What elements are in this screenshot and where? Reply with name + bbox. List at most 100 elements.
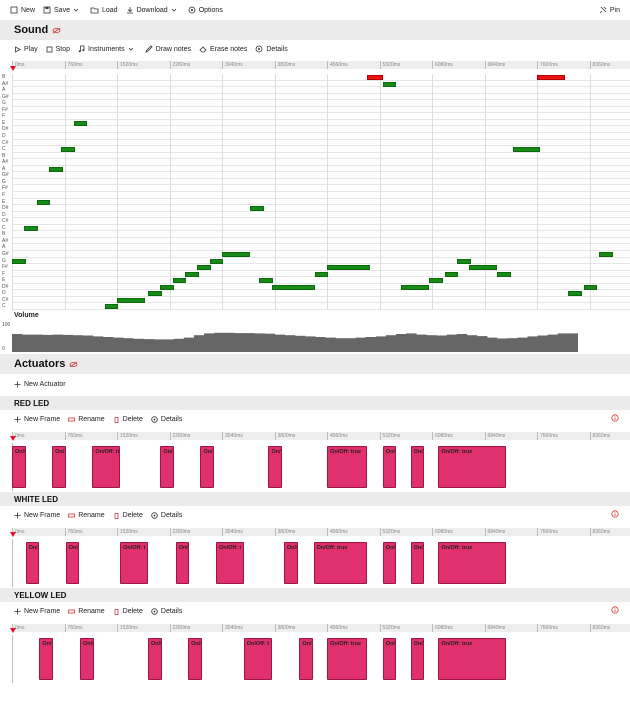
new-actuator-button[interactable]: New Actuator (0, 378, 66, 390)
note-block[interactable] (327, 265, 371, 271)
led-timeline[interactable]: 0ms 760ms 1520ms 2280ms 3040ms 3800ms 4560ms 53… (12, 432, 630, 440)
download-button[interactable]: Download (126, 6, 180, 14)
led-frame[interactable]: On/f (382, 638, 397, 680)
instruments-button[interactable]: Instruments (78, 45, 137, 53)
led-frame[interactable]: On/Off: true (438, 446, 507, 488)
note-block[interactable] (117, 297, 145, 303)
piano-roll[interactable]: B A# A G# G F# F E D# D C# C B A# A G# G F# F E D# D C# C B A# A G#… (0, 74, 630, 310)
new-frame-button[interactable]: New Frame (14, 608, 60, 615)
stop-button[interactable]: Stop (46, 46, 70, 53)
led-frame[interactable]: On/Off: true (327, 638, 368, 680)
note-block[interactable] (12, 258, 26, 264)
led-frame[interactable]: On/f (12, 446, 26, 488)
note-block[interactable] (197, 265, 211, 271)
note-block[interactable] (599, 252, 613, 257)
note-block[interactable] (568, 291, 582, 297)
led-frame[interactable]: On/f (283, 542, 298, 584)
note-block[interactable] (185, 271, 199, 277)
note-block[interactable] (382, 81, 397, 87)
rename-button[interactable]: Rename (68, 512, 105, 519)
led-track[interactable]: On/f On/f On/f On/f On/Off: t On/f On/Off: tru… (0, 635, 630, 683)
note-block[interactable] (271, 284, 315, 290)
note-block[interactable] (104, 304, 119, 310)
led-frame[interactable]: On/f (410, 542, 425, 584)
pin-button[interactable]: Pin (599, 0, 620, 20)
led-frame[interactable]: On/f (382, 542, 397, 584)
led-frame[interactable]: On/f (25, 542, 40, 584)
note-block[interactable] (401, 284, 430, 290)
note-block[interactable] (172, 278, 187, 284)
led-frame[interactable]: On/f (382, 446, 397, 488)
led-frame[interactable]: On/Off: t (120, 542, 148, 584)
led-track[interactable]: On/f On/f On/Off: tr On/f On/f On/f On/Off: tr… (0, 443, 630, 491)
playhead-marker[interactable] (10, 436, 16, 441)
led-frame[interactable]: On/Off: true (313, 542, 368, 584)
note-block[interactable] (49, 166, 63, 172)
note-block[interactable] (537, 75, 566, 80)
led-frame[interactable]: On/Off: t (215, 542, 244, 584)
note-block[interactable] (147, 291, 162, 297)
frame-details-button[interactable]: Details (151, 416, 182, 423)
rename-button[interactable]: Rename (68, 608, 105, 615)
note-block[interactable] (259, 278, 273, 284)
note-block[interactable] (222, 252, 250, 257)
note-block[interactable] (469, 265, 498, 271)
play-button[interactable]: Play (14, 46, 38, 53)
eye-hidden-icon[interactable] (69, 361, 78, 368)
note-block[interactable] (61, 147, 76, 153)
led-frame[interactable]: On/f (65, 542, 80, 584)
led-frame[interactable]: On/f (52, 446, 66, 488)
sound-timeline[interactable]: 0ms 760ms 1520ms 2280ms 3040ms 3800ms 4560ms 53… (12, 61, 630, 69)
led-frame[interactable]: On/f (410, 446, 425, 488)
note-block[interactable] (314, 271, 329, 277)
led-frame[interactable]: On/f (188, 638, 202, 680)
options-button[interactable]: Options (188, 6, 223, 14)
led-frame[interactable]: On/f (268, 446, 283, 488)
note-block[interactable] (24, 225, 38, 231)
led-track[interactable]: On/f On/f On/Off: t On/f On/Off: t On/f On/Off… (0, 539, 630, 587)
new-frame-button[interactable]: New Frame (14, 512, 60, 519)
led-frame[interactable]: On/f (299, 638, 313, 680)
delete-button[interactable]: Delete (113, 416, 143, 423)
erase-notes-button[interactable]: Erase notes (199, 45, 247, 53)
led-frame[interactable]: On/f (39, 638, 53, 680)
info-icon[interactable] (611, 606, 619, 614)
led-frame[interactable]: On/f (79, 638, 94, 680)
led-frame[interactable]: On/f (160, 446, 174, 488)
rename-button[interactable]: Rename (68, 416, 105, 423)
note-block[interactable] (36, 199, 51, 205)
playhead-marker[interactable] (10, 628, 16, 633)
led-frame[interactable]: On/Off: true (438, 638, 507, 680)
note-block[interactable] (512, 147, 541, 153)
delete-button[interactable]: Delete (113, 512, 143, 519)
frame-details-button[interactable]: Details (151, 608, 182, 615)
led-timeline[interactable]: 0ms 760ms 1520ms 2280ms 3040ms 3800ms 4560ms 53… (12, 528, 630, 536)
info-icon[interactable] (611, 414, 619, 422)
note-block[interactable] (497, 271, 511, 277)
playhead-marker[interactable] (10, 66, 16, 71)
note-block[interactable] (73, 120, 88, 126)
note-block[interactable] (583, 284, 598, 290)
delete-button[interactable]: Delete (113, 608, 143, 615)
note-block[interactable] (367, 75, 383, 80)
led-frame[interactable]: On/f (410, 638, 425, 680)
led-frame[interactable]: On/Off: tr (92, 446, 121, 488)
note-block[interactable] (249, 206, 264, 212)
new-button[interactable]: New (10, 6, 35, 14)
eye-hidden-icon[interactable] (52, 27, 61, 34)
sound-details-button[interactable]: Details (255, 45, 288, 53)
new-frame-button[interactable]: New Frame (14, 416, 60, 423)
led-frame[interactable]: On/Off: t (243, 638, 272, 680)
note-block[interactable] (456, 258, 471, 264)
playhead-marker[interactable] (10, 532, 16, 537)
led-frame[interactable]: On/f (200, 446, 215, 488)
volume-chart[interactable] (12, 322, 578, 352)
note-block[interactable] (444, 271, 459, 277)
led-frame[interactable]: On/f (147, 638, 162, 680)
draw-notes-button[interactable]: Draw notes (144, 45, 191, 53)
note-block[interactable] (429, 278, 443, 284)
led-frame[interactable]: On/Off: true (327, 446, 368, 488)
frame-details-button[interactable]: Details (151, 512, 182, 519)
led-frame[interactable]: On/f (175, 542, 190, 584)
led-timeline[interactable]: 0ms 760ms 1520ms 2280ms 3040ms 3800ms 4560ms 53… (12, 624, 630, 632)
